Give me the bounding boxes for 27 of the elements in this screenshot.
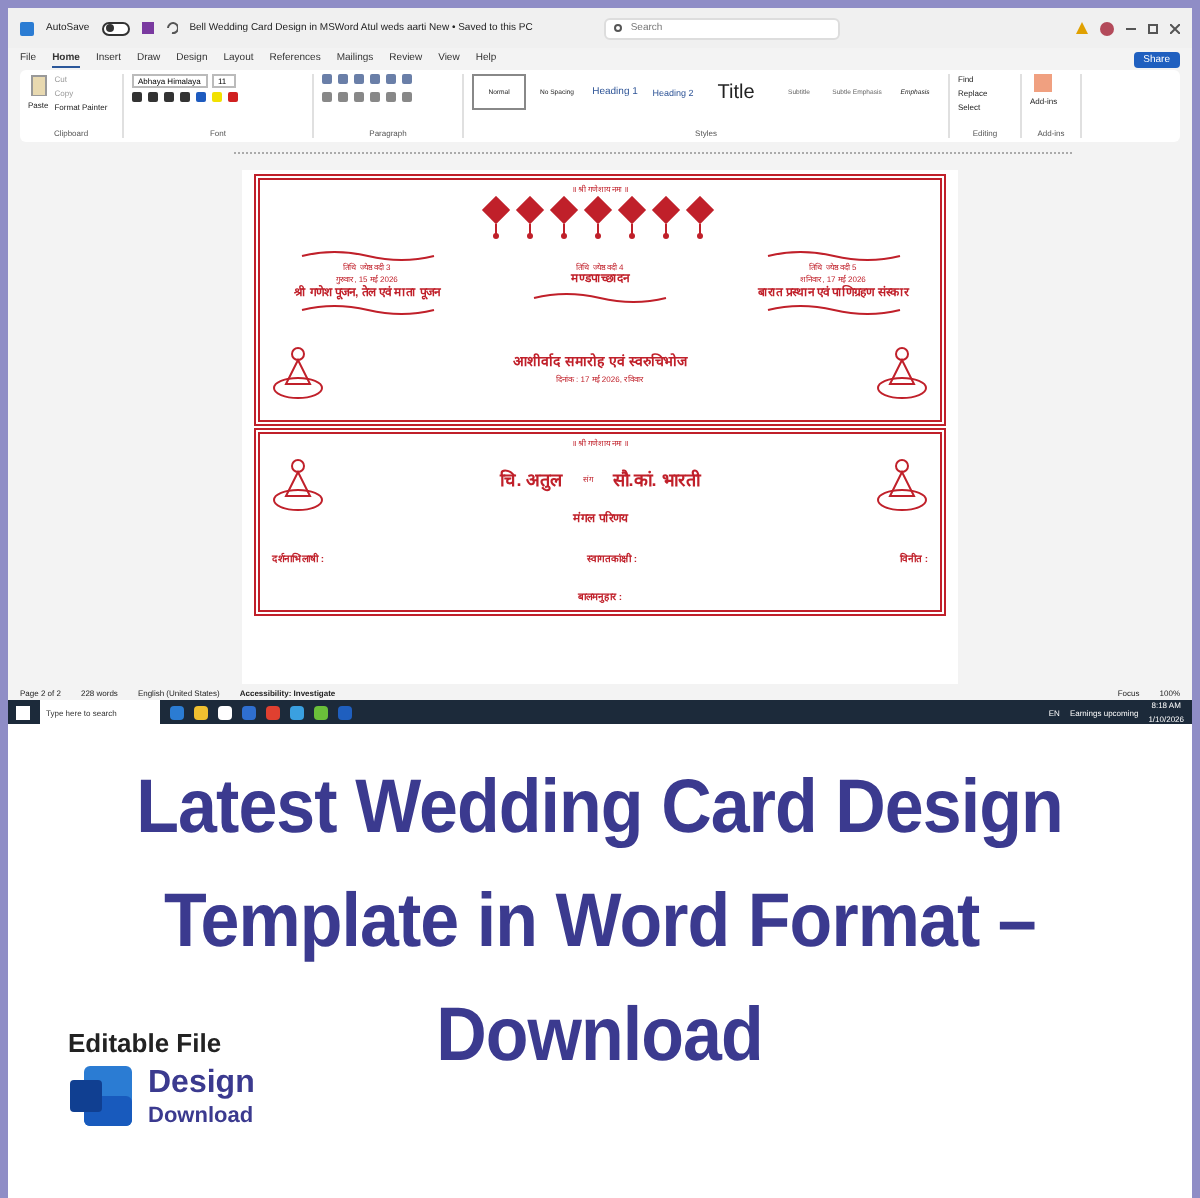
minimize-icon[interactable] [1126, 27, 1136, 29]
groom-name: चि. अतुल [500, 470, 563, 493]
autosave-toggle[interactable] [101, 21, 130, 35]
undo-icon[interactable] [165, 22, 178, 34]
close-icon[interactable] [1170, 23, 1180, 33]
ornament-drawing [763, 250, 903, 263]
style-option[interactable]: Title [704, 74, 768, 110]
search-icon [614, 23, 625, 33]
restore-icon[interactable] [1148, 23, 1158, 33]
ornament-drawing [763, 303, 903, 316]
headline-text: Template in Word Format – [164, 878, 1036, 968]
ornament-drawing [297, 303, 437, 316]
warning-icon [1076, 22, 1088, 34]
app-icon[interactable] [20, 21, 34, 35]
badge-title: Design [148, 1065, 255, 1101]
word-logo-icon [68, 1062, 136, 1130]
bride-name: सौ.कां. भारती [612, 470, 700, 493]
start-icon[interactable] [16, 705, 30, 719]
ornament-drawing [530, 291, 670, 304]
paste-icon[interactable] [29, 74, 48, 96]
save-icon[interactable] [141, 22, 154, 34]
ornament-drawing [297, 250, 437, 263]
badge-subtitle: Download [148, 1103, 254, 1127]
headline-text: Latest Wedding Card Design [136, 764, 1064, 854]
avatar-icon[interactable] [1100, 21, 1114, 35]
headline-text: Download [436, 992, 764, 1082]
badge-caption: Editable File [68, 1028, 224, 1058]
